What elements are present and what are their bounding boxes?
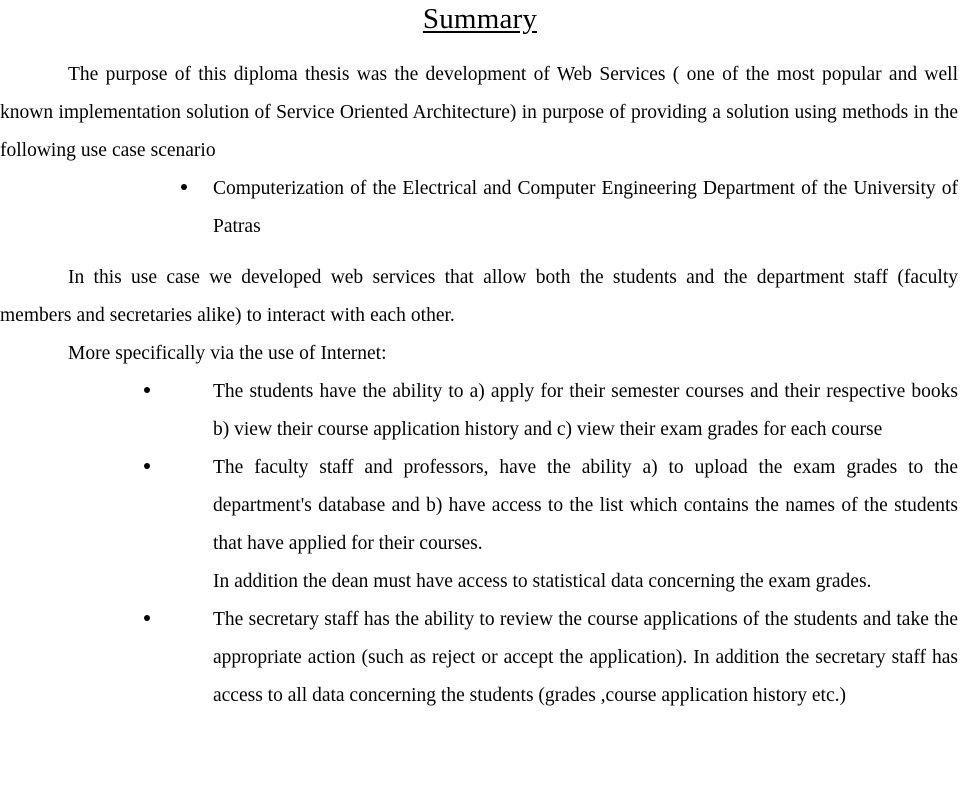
intro-paragraph: The purpose of this diploma thesis was t…: [0, 64, 958, 161]
bullet-icon: [144, 373, 150, 411]
list-item-label: The students have the ability to a) appl…: [213, 381, 958, 440]
bullet-icon: [181, 170, 187, 208]
document-body: The purpose of this diploma thesis was t…: [0, 56, 960, 715]
document-page: Summary The purpose of this diploma thes…: [0, 0, 960, 804]
capabilities-bullet-list: The students have the ability to a) appl…: [0, 373, 958, 715]
use-case-paragraph: In this use case we developed web servic…: [0, 267, 958, 326]
list-item-sublabel: In addition the dean must have access to…: [213, 571, 872, 592]
list-item: The secretary staff has the ability to r…: [0, 601, 958, 715]
scenario-bullet-list: Computerization of the Electrical and Co…: [0, 170, 958, 246]
list-item: Computerization of the Electrical and Co…: [0, 170, 958, 246]
internet-paragraph: More specifically via the use of Interne…: [68, 343, 387, 364]
list-item-label: Computerization of the Electrical and Co…: [213, 178, 958, 237]
title-spacer: [0, 36, 960, 56]
list-item: The faculty staff and professors, have t…: [0, 449, 958, 601]
section-spacer-1: [0, 246, 958, 259]
bullet-icon: [144, 449, 150, 487]
page-title-text: Summary: [422, 3, 538, 35]
bullet-icon: [144, 601, 150, 639]
list-item-label: The faculty staff and professors, have t…: [213, 457, 958, 554]
page-title: Summary: [0, 0, 960, 36]
list-item-label: The secretary staff has the ability to r…: [213, 609, 958, 706]
list-item: The students have the ability to a) appl…: [0, 373, 958, 449]
